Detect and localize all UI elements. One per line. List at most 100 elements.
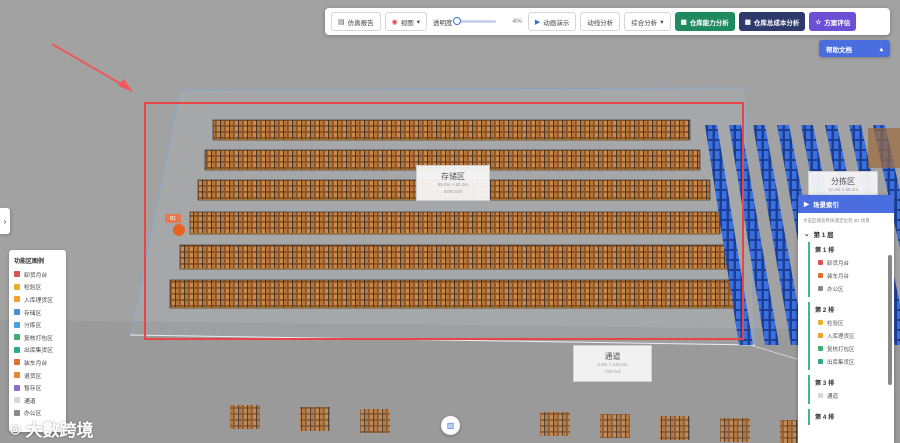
bottom-rack <box>600 414 630 438</box>
row-group-title[interactable]: 第 3 排 <box>815 376 886 389</box>
row-group-title[interactable]: 第 1 排 <box>815 243 886 256</box>
bottom-rack <box>540 412 570 436</box>
shelf-row <box>190 212 720 234</box>
floor-item[interactable]: ⌄ 第 1 层 <box>802 227 886 240</box>
opacity-slider[interactable] <box>453 17 496 25</box>
legend-label: 通道 <box>24 398 36 405</box>
legend-label: 出库集货区 <box>24 348 53 355</box>
scene-index-title: 场景索引 <box>813 202 839 209</box>
index-swatch <box>818 359 823 364</box>
report-button[interactable]: ▤ 仿真报告 <box>331 12 381 31</box>
aisle-zone-area: 720.0㎡ <box>604 369 621 374</box>
legend-label: 复核打包区 <box>24 335 53 342</box>
legend-item: 检验区 <box>14 281 61 294</box>
flow-analysis-label: 动线分析 <box>587 19 614 27</box>
bottom-rack <box>660 416 690 440</box>
evaluate-button[interactable]: ☆ 方案评估 <box>809 12 857 31</box>
index-item-label: 装车月台 <box>827 273 850 280</box>
index-item[interactable]: 入库理货区 <box>815 329 886 342</box>
storage-zone-area: 5700.0㎡ <box>443 188 463 194</box>
index-swatch <box>818 393 823 398</box>
legend-swatch <box>14 334 20 341</box>
cost-analysis-button[interactable]: ▦ 仓库总成本分析 <box>738 12 806 31</box>
bottom-rack <box>720 418 750 442</box>
top-toolbar: ▤ 仿真报告 ◉ 视图 ▾ 透明度 4% ▶ 动画演示 动线分析 综合分析 ▾ ▦ 仓库能力… <box>325 8 890 35</box>
play-icon: ▶ <box>804 201 809 208</box>
sorting-zone-label[interactable]: 分拣区 12.0m × 45.0m <box>808 171 878 197</box>
index-item[interactable]: 装车月台 <box>815 269 886 282</box>
analysis-dropdown[interactable]: 综合分析 ▾ <box>624 12 671 31</box>
watermark-logo-icon: ◎ <box>10 421 21 436</box>
watermark: ◎ 大數跨境 <box>10 416 93 441</box>
bottom-rack <box>360 409 390 433</box>
legend-swatch <box>14 283 20 290</box>
aisle-zone-label[interactable]: 通道 6.0m × 120.0m 720.0㎡ <box>573 345 652 382</box>
legend-swatch <box>14 346 20 353</box>
legend-item: 出库集货区 <box>14 344 61 357</box>
legend-label: 存储区 <box>24 310 42 317</box>
floor-label: 第 1 层 <box>813 231 834 239</box>
legend-label: 装车月台 <box>24 360 48 367</box>
capacity-analysis-button[interactable]: ▦ 仓库能力分析 <box>674 12 735 31</box>
index-item[interactable]: 通道 <box>815 389 886 402</box>
opacity-slider-knob[interactable] <box>453 17 462 25</box>
scene-index-panel: ▶ 场景索引 点击区域名称快速定位到 3D 场景 ⌄ 第 1 层 第 1 排卸货月台… <box>798 195 894 443</box>
edge-shelf <box>868 128 900 168</box>
sorting-zone-title: 分拣区 <box>831 177 855 186</box>
row-group: 第 4 排 <box>808 409 886 425</box>
legend-label: 卸货月台 <box>24 272 48 279</box>
index-item[interactable]: 复核打包区 <box>815 342 886 355</box>
legend-title: 功能区图例 <box>14 259 45 265</box>
chevron-down-icon: ▾ <box>660 18 664 26</box>
legend-swatch <box>14 359 20 366</box>
warehouse-3d-scene[interactable] <box>0 0 900 443</box>
bottom-rack <box>300 407 330 431</box>
location-marker-tag[interactable]: B1 <box>165 214 181 223</box>
flow-analysis-button[interactable]: 动线分析 <box>580 12 621 31</box>
agent-marker[interactable] <box>173 224 185 236</box>
legend-item: 通道 <box>14 394 61 407</box>
report-icon: ▤ <box>338 18 345 26</box>
index-item[interactable]: 办公区 <box>815 282 886 295</box>
legend-swatch <box>14 309 20 316</box>
capacity-label: 仓库能力分析 <box>689 19 729 27</box>
cost-label: 仓库总成本分析 <box>753 19 800 27</box>
row-group-title[interactable]: 第 4 排 <box>815 410 886 423</box>
view-label: 视图 <box>400 19 414 27</box>
legend-swatch <box>14 271 20 278</box>
index-item-label: 入库理货区 <box>827 333 855 340</box>
row-group-title[interactable]: 第 2 排 <box>815 303 886 316</box>
legend-swatch <box>14 296 20 303</box>
index-item[interactable]: 检验区 <box>815 316 886 329</box>
legend-label: 入库理货区 <box>24 297 53 304</box>
index-item[interactable]: 出库集货区 <box>815 355 886 368</box>
legend-item: 存储区 <box>14 306 61 319</box>
compass-button[interactable]: ▥ <box>441 416 460 435</box>
index-swatch <box>818 320 823 325</box>
storage-zone-title: 存储区 <box>441 171 465 181</box>
view-dropdown[interactable]: ◉ 视图 ▾ <box>384 12 427 31</box>
index-item-label: 出库集货区 <box>827 359 855 366</box>
index-swatch <box>818 333 823 338</box>
opacity-value: 4% <box>512 18 522 25</box>
legend-item: 复核打包区 <box>14 331 61 344</box>
chevron-down-icon: ▾ <box>416 18 420 26</box>
index-swatch <box>818 346 823 351</box>
storage-zone-dim: 95.0m × 60.0m <box>437 181 469 187</box>
left-panel-toggle[interactable]: › <box>0 208 10 234</box>
legend-swatch <box>14 397 20 404</box>
opacity-label: 透明度 <box>433 19 453 27</box>
legend-swatch <box>14 384 20 391</box>
scene-index-tree: ⌄ 第 1 层 第 1 排卸货月台装车月台办公区第 2 排检验区入库理货区复核打包… <box>798 227 894 425</box>
evaluate-icon: ☆ <box>815 18 822 26</box>
cost-icon: ▦ <box>744 18 751 26</box>
index-item[interactable]: 卸货月台 <box>815 256 886 269</box>
shelf-row <box>180 245 728 269</box>
scene-index-scrollbar[interactable] <box>888 255 892 385</box>
help-docs-button[interactable]: 帮助文档 ▴ <box>819 40 890 57</box>
sorting-zone-dim: 12.0m × 45.0m <box>827 187 859 192</box>
animation-label: 动画演示 <box>543 19 570 27</box>
animation-button[interactable]: ▶ 动画演示 <box>527 12 577 31</box>
storage-zone-label[interactable]: 存储区 95.0m × 60.0m 5700.0㎡ <box>416 165 490 201</box>
scene-index-header[interactable]: ▶ 场景索引 <box>798 195 894 213</box>
